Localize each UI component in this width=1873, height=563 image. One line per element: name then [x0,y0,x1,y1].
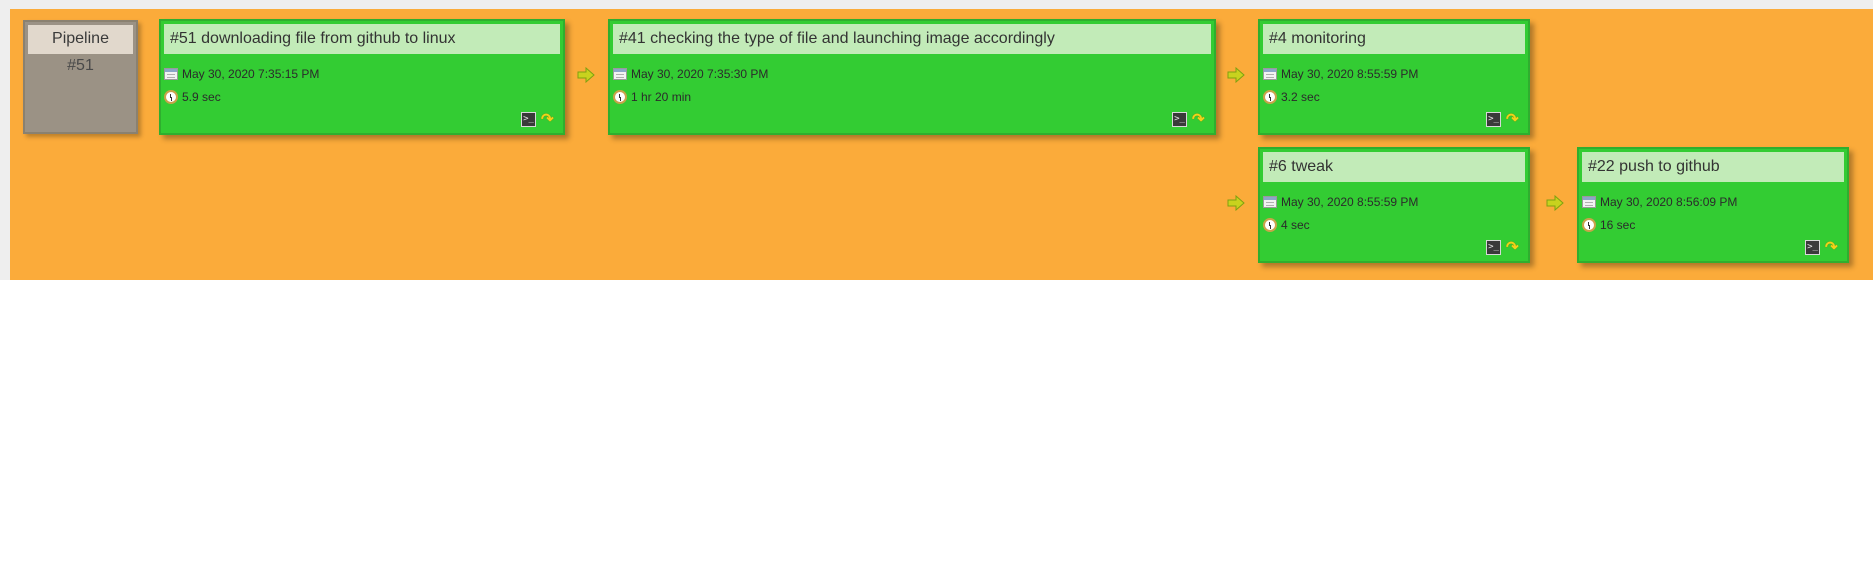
build-actions: >_ ↷ [1486,112,1522,127]
rerun-icon[interactable]: ↷ [1506,240,1522,255]
clock-icon [1263,218,1277,232]
console-icon[interactable]: >_ [521,112,536,127]
build-card-push-to-github[interactable]: #22 push to github May 30, 2020 8:56:09 … [1577,147,1849,263]
build-duration: 3.2 sec [1281,90,1320,104]
build-date: May 30, 2020 7:35:15 PM [182,67,320,81]
build-duration: 4 sec [1281,218,1310,232]
rerun-icon[interactable]: ↷ [1506,112,1522,127]
flow-arrow-icon [1546,195,1564,211]
build-date-row: May 30, 2020 8:55:59 PM [1263,65,1418,83]
clock-icon [613,90,627,104]
calendar-icon [613,68,627,80]
build-duration-row: 4 sec [1263,216,1310,234]
build-title[interactable]: #51 downloading file from github to linu… [164,24,560,54]
flow-arrow-icon [577,67,595,83]
build-duration-row: 1 hr 20 min [613,88,691,106]
clock-icon [164,90,178,104]
calendar-icon [1582,196,1596,208]
build-card-tweak[interactable]: #6 tweak May 30, 2020 8:55:59 PM 4 sec >… [1258,147,1530,263]
build-actions: >_ ↷ [1172,112,1208,127]
build-date: May 30, 2020 7:35:30 PM [631,67,769,81]
build-duration-row: 3.2 sec [1263,88,1320,106]
build-title[interactable]: #4 monitoring [1263,24,1525,54]
build-duration: 16 sec [1600,218,1636,232]
console-icon[interactable]: >_ [1486,240,1501,255]
console-icon[interactable]: >_ [1172,112,1187,127]
build-card-monitoring[interactable]: #4 monitoring May 30, 2020 8:55:59 PM 3.… [1258,19,1530,135]
pipeline-canvas: Pipeline #51 #51 downloading file from g… [10,9,1873,280]
build-title[interactable]: #22 push to github [1582,152,1844,182]
calendar-icon [164,68,178,80]
console-icon[interactable]: >_ [1486,112,1501,127]
build-duration-row: 16 sec [1582,216,1635,234]
build-date-row: May 30, 2020 7:35:30 PM [613,65,768,83]
calendar-icon [1263,196,1277,208]
calendar-icon [1263,68,1277,80]
build-title[interactable]: #6 tweak [1263,152,1525,182]
flow-arrow-icon [1227,67,1245,83]
build-card-checking-type[interactable]: #41 checking the type of file and launch… [608,19,1216,135]
build-date: May 30, 2020 8:55:59 PM [1281,195,1419,209]
build-actions: >_ ↷ [1486,240,1522,255]
clock-icon [1263,90,1277,104]
build-card-downloading[interactable]: #51 downloading file from github to linu… [159,19,565,135]
build-duration: 5.9 sec [182,90,221,104]
rerun-icon[interactable]: ↷ [1192,112,1208,127]
pipeline-number: #51 [67,57,94,74]
build-date-row: May 30, 2020 7:35:15 PM [164,65,319,83]
build-actions: >_ ↷ [521,112,557,127]
console-icon[interactable]: >_ [1805,240,1820,255]
build-duration-row: 5.9 sec [164,88,221,106]
build-date: May 30, 2020 8:55:59 PM [1281,67,1419,81]
pipeline-header-box: Pipeline #51 [23,20,138,134]
build-duration: 1 hr 20 min [631,90,692,104]
build-date-row: May 30, 2020 8:56:09 PM [1582,193,1737,211]
build-title[interactable]: #41 checking the type of file and launch… [613,24,1211,54]
build-date: May 30, 2020 8:56:09 PM [1600,195,1738,209]
pipeline-label: Pipeline [28,25,133,54]
rerun-icon[interactable]: ↷ [541,112,557,127]
clock-icon [1582,218,1596,232]
flow-arrow-icon [1227,195,1245,211]
build-date-row: May 30, 2020 8:55:59 PM [1263,193,1418,211]
page-background [0,280,1873,563]
build-actions: >_ ↷ [1805,240,1841,255]
rerun-icon[interactable]: ↷ [1825,240,1841,255]
